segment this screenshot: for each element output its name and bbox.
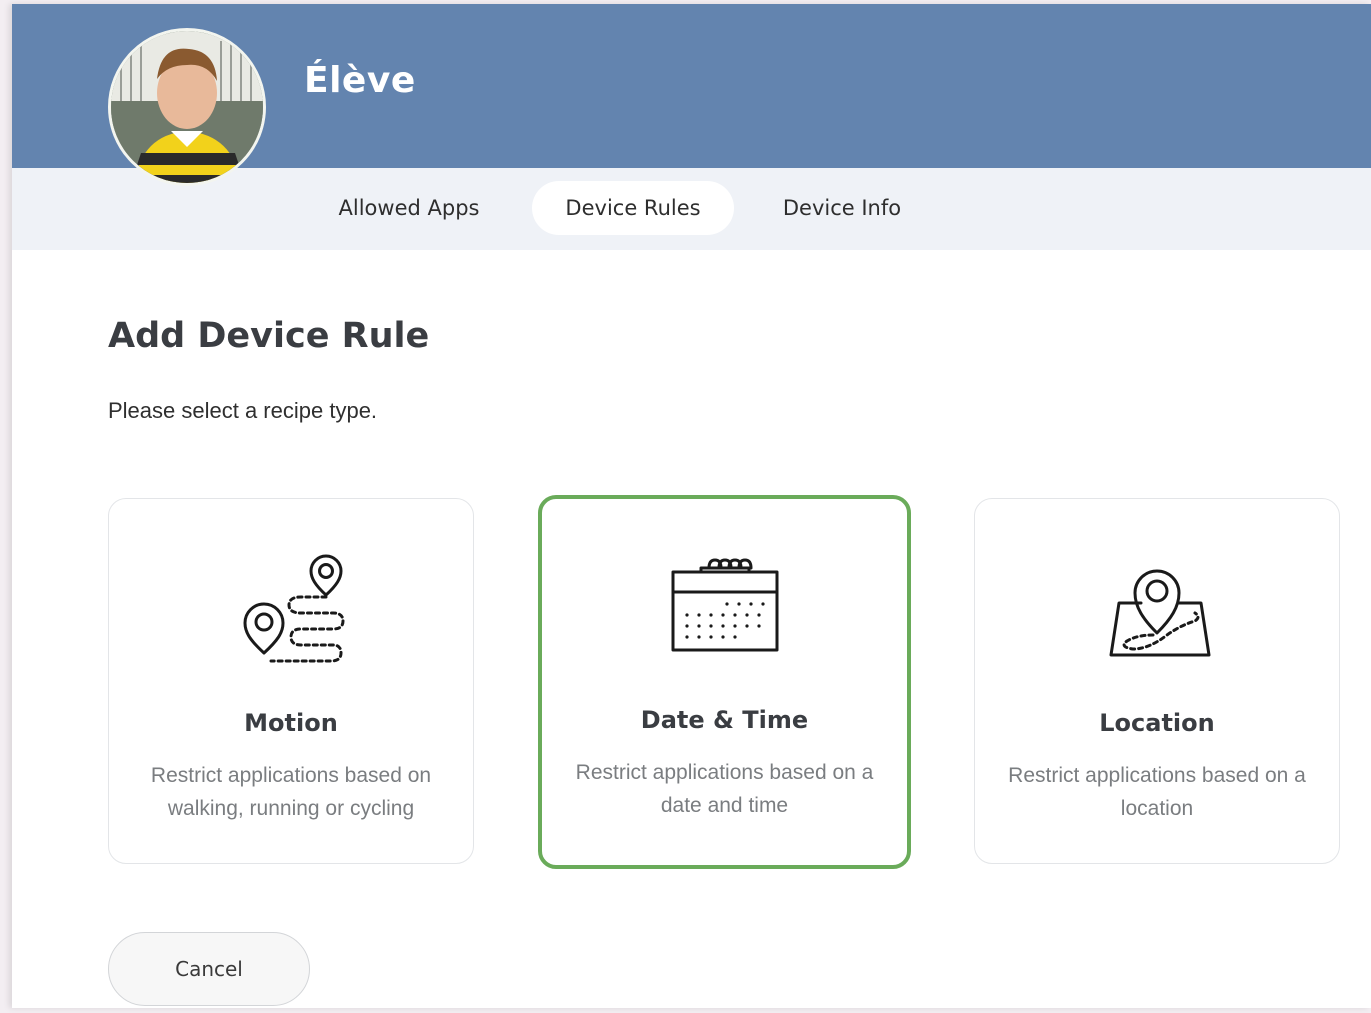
recipe-card-motion[interactable]: Motion Restrict applications based on wa… [108,498,474,864]
tab-allowed-apps[interactable]: Allowed Apps [317,181,501,235]
cancel-button[interactable]: Cancel [108,932,310,1006]
recipe-title: Location [1099,709,1215,737]
tab-device-rules[interactable]: Device Rules [532,181,734,235]
motion-route-icon [231,551,351,671]
calendar-icon [665,548,785,668]
avatar [108,28,266,186]
recipe-description: Restrict applications based on a date an… [575,761,874,817]
recipe-title: Motion [244,709,338,737]
page-title: Add Device Rule [108,316,430,356]
recipe-title: Date & Time [640,706,809,734]
profile-name: Élève [304,60,416,101]
map-pin-icon [1097,551,1217,671]
recipe-card-date-time[interactable]: Date & Time Restrict applications based … [538,495,911,869]
tab-device-info[interactable]: Device Info [766,181,918,235]
recipe-description: Restrict applications based on walking, … [150,764,432,820]
recipe-card-location[interactable]: Location Restrict applications based on … [974,498,1340,864]
app-window: Élève Allowed Apps Device Rules Device I… [12,4,1371,1008]
recipe-description: Restrict applications based on a locatio… [1008,764,1306,820]
instructions-text: Please select a recipe type. [108,398,378,423]
